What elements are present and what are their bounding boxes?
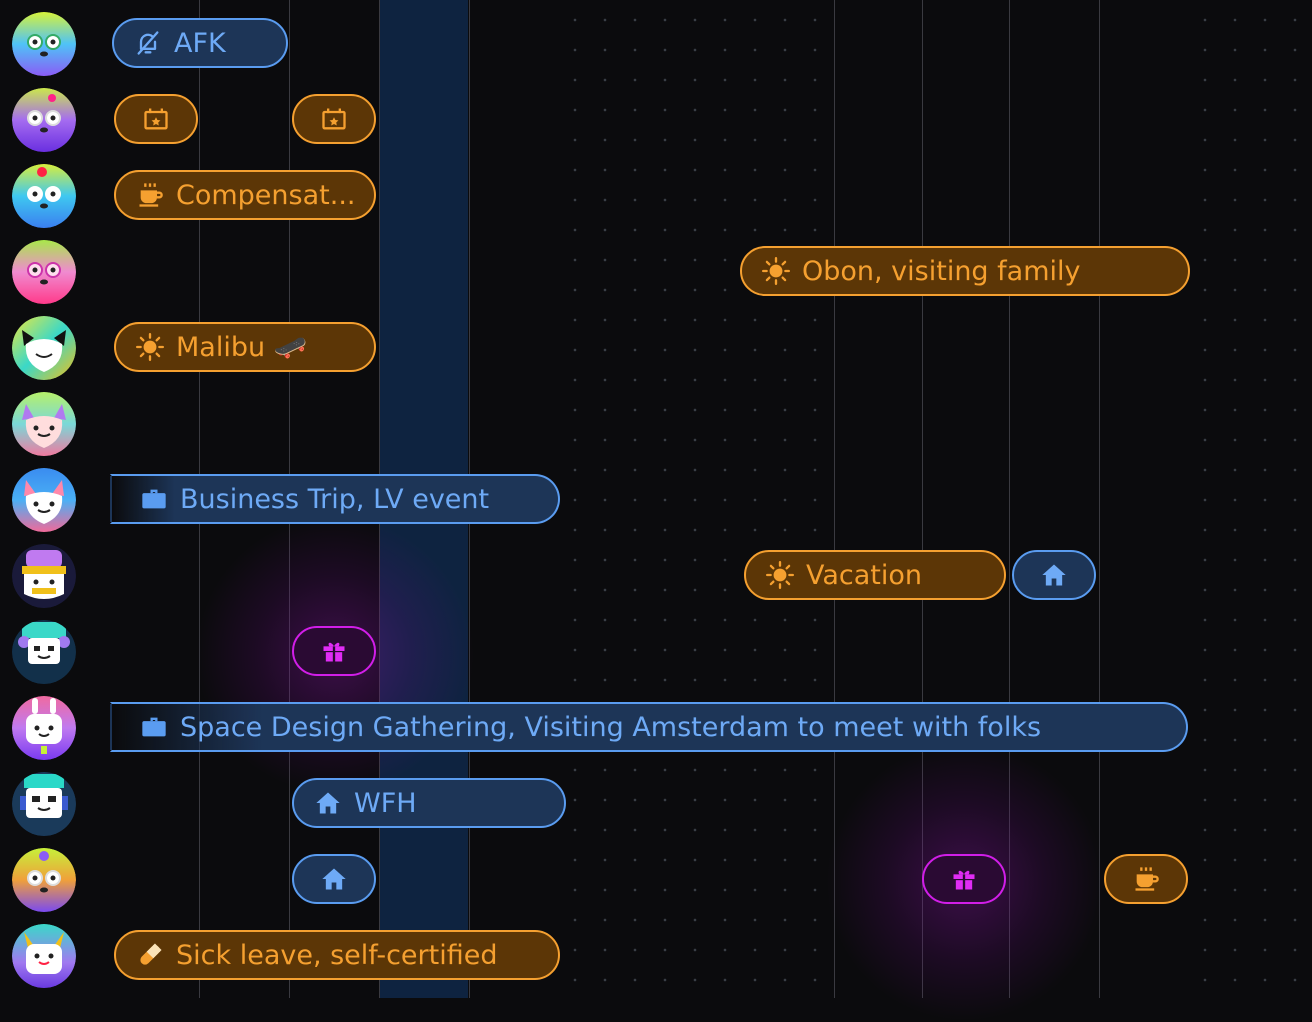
event-afk[interactable]: AFK [112,18,288,68]
gift-icon [323,642,345,662]
calendar-star-icon [144,108,168,130]
home-icon [316,792,340,814]
event-holiday[interactable] [292,94,376,144]
event-compensation[interactable]: Compensat... [114,170,376,220]
event-malibu[interactable]: Malibu 🛹 [114,322,376,372]
event-label: Obon, visiting family [802,255,1081,287]
avatar-bunny-purple[interactable] [12,696,76,760]
sun-icon [762,257,790,285]
event-birthday[interactable] [292,626,376,676]
briefcase-icon [142,717,166,737]
event-space-design-gathering[interactable]: Space Design Gathering, Visiting Amsterd… [110,702,1188,752]
event-sick-leave[interactable]: Sick leave, self-certified [114,930,560,980]
bell-off-icon [137,31,159,55]
event-birthday[interactable] [922,854,1006,904]
avatar-robot-teal[interactable] [12,620,76,684]
sun-icon [136,333,164,361]
event-label: WFH [354,787,417,819]
coffee-icon [1135,867,1159,891]
avatar-rainbow-cat[interactable] [12,316,76,380]
avatar-blue-glasses[interactable] [12,12,76,76]
avatar-cyan-glasses[interactable] [12,164,76,228]
avatar-headband[interactable] [12,544,76,608]
event-wfh[interactable] [1012,550,1096,600]
event-label: Space Design Gathering, Visiting Amsterd… [180,711,1042,743]
event-label: Compensat... [176,179,356,211]
event-holiday[interactable] [114,94,198,144]
weekend-dots [560,0,830,998]
avatar-purple-glasses[interactable] [12,88,76,152]
event-label: Vacation [806,559,923,591]
avatar-horns-purple[interactable] [12,924,76,988]
event-obon[interactable]: Obon, visiting family [740,246,1190,296]
avatar-orange-glasses[interactable] [12,848,76,912]
avatar-pink-glasses[interactable] [12,240,76,304]
calendar-star-icon [322,108,346,130]
weekend-dots [1190,0,1312,998]
home-icon [322,868,346,890]
sun-icon [766,561,794,589]
pill-icon [140,943,162,965]
event-label: Sick leave, self-certified [176,939,498,971]
event-vacation[interactable]: Vacation [744,550,1006,600]
avatar-robot-navy[interactable] [12,772,76,836]
gift-icon [953,870,975,890]
event-compensation[interactable] [1104,854,1188,904]
avatar-green-cat[interactable] [12,392,76,456]
event-wfh[interactable]: WFH [292,778,566,828]
event-label: Business Trip, LV event [180,483,490,515]
briefcase-icon [142,489,166,509]
home-icon [1042,564,1066,586]
event-label: Malibu 🛹 [176,332,308,363]
coffee-icon [139,183,163,207]
avatar-pink-cat[interactable] [12,468,76,532]
event-wfh[interactable] [292,854,376,904]
event-label: AFK [174,27,226,59]
event-business-trip[interactable]: Business Trip, LV event [110,474,560,524]
